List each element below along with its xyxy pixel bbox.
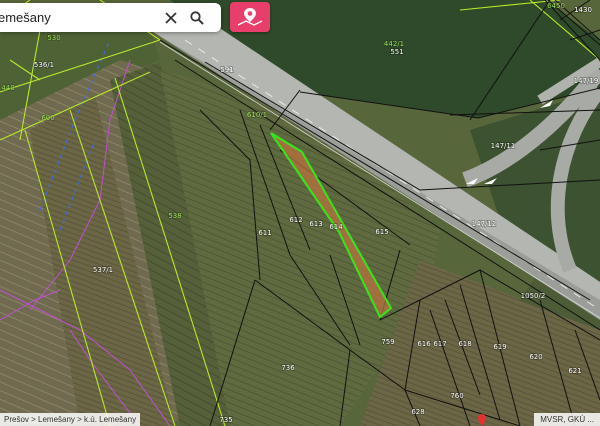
parcel-label: 617 <box>433 340 446 348</box>
parcel-label: 628 <box>411 408 424 416</box>
location-marker-icon[interactable] <box>478 414 486 426</box>
search-icon <box>190 10 204 25</box>
close-icon <box>165 11 177 24</box>
parcel-label: 619 <box>493 343 506 351</box>
parcel-label: 620 <box>529 353 542 361</box>
parcel-label: 614 <box>329 223 343 231</box>
map-location-button[interactable] <box>230 2 270 32</box>
parcel-label: 147/11 <box>491 142 516 150</box>
parcel-label: 442/1 <box>384 40 404 48</box>
search-box <box>0 3 221 32</box>
parcel-label: 615 <box>375 228 388 236</box>
parcel-label: 618 <box>458 340 471 348</box>
parcel-label: 735 <box>219 416 232 424</box>
parcel-label: 613 <box>309 220 322 228</box>
search-input[interactable] <box>0 4 158 31</box>
parcel-label: 616 <box>417 340 431 348</box>
parcel-label: 530 <box>47 34 60 42</box>
parcel-label: 600 <box>41 114 54 122</box>
parcel-label: 147/19 <box>574 77 599 85</box>
map-attribution: MVSR, GKÚ ... <box>534 413 600 426</box>
parcel-label: 536/1 <box>34 61 54 69</box>
clear-button[interactable] <box>158 5 184 31</box>
map-pin-icon <box>237 8 263 26</box>
parcel-label: 611 <box>258 229 271 237</box>
cadastral-map[interactable]: 591 442/1 551 536/1 610/1 611 612 613 61… <box>0 0 600 426</box>
parcel-label: 759 <box>381 338 394 346</box>
parcel-label: 6450 <box>547 2 565 10</box>
parcel-label: 147/12 <box>472 220 497 228</box>
parcel-label: 537/1 <box>93 266 113 274</box>
parcel-label: 621 <box>568 367 581 375</box>
parcel-label: 551 <box>390 48 403 56</box>
parcel-label: 440 <box>1 84 14 92</box>
breadcrumb[interactable]: Prešov > Lemešany > k.ú. Lemešany <box>0 413 141 426</box>
parcel-label: 1050/2 <box>521 292 546 300</box>
parcel-label: 736 <box>281 364 295 372</box>
parcel-label: 612 <box>289 216 302 224</box>
parcel-label: 538 <box>168 212 181 220</box>
parcel-label: 760 <box>450 392 463 400</box>
search-button[interactable] <box>184 5 210 31</box>
parcel-label: 610/1 <box>247 111 267 119</box>
parcel-label: 1430 <box>574 6 592 14</box>
terrain-layer <box>0 0 600 426</box>
parcel-label: 591 <box>220 66 233 74</box>
